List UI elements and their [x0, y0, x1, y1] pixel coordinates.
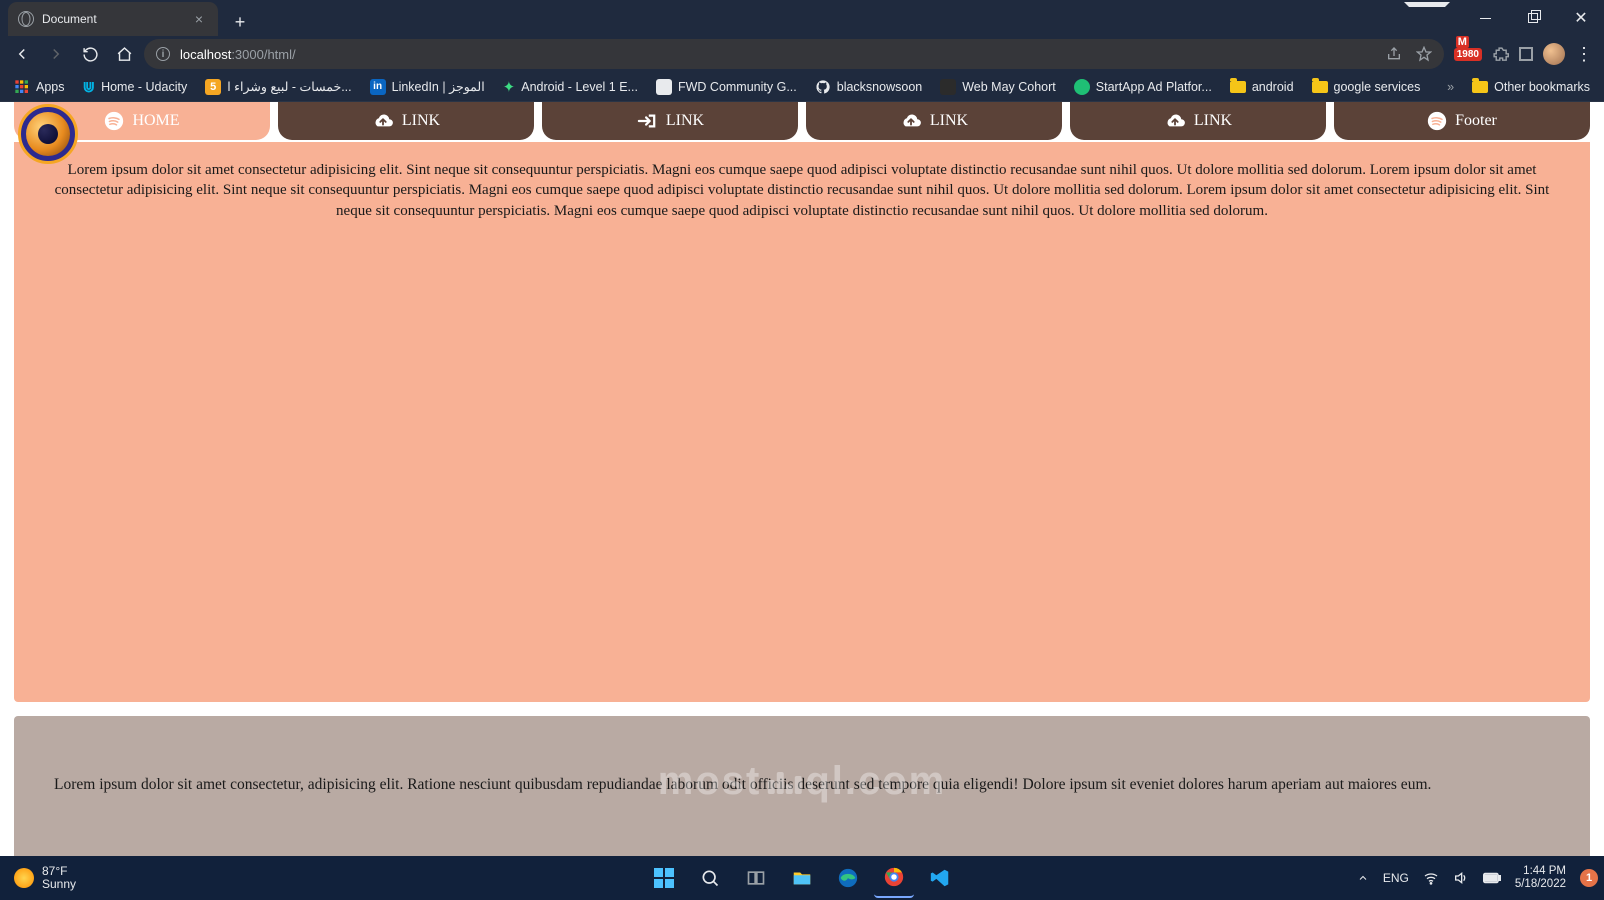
taskbar-app-edge[interactable]: [828, 858, 868, 898]
hero-text: Lorem ipsum dolor sit amet consectetur a…: [54, 160, 1550, 221]
extension-badge[interactable]: 1980: [1454, 48, 1482, 61]
cloud-up-icon: [900, 112, 922, 130]
tab-search-button[interactable]: [1404, 2, 1450, 34]
nav-label: LINK: [1194, 112, 1232, 130]
taskbar-weather[interactable]: 87°F Sunny: [0, 865, 90, 891]
panel-icon[interactable]: [1519, 47, 1533, 61]
taskbar-center: [644, 858, 960, 898]
taskbar-app-chrome[interactable]: [874, 858, 914, 898]
bookmark-item[interactable]: 5خمسات - لبيع وشراء ا...: [205, 79, 351, 95]
nav-label: Footer: [1455, 112, 1497, 130]
secondary-text: Lorem ipsum dolor sit amet consectetur, …: [54, 776, 1550, 794]
window-minimize-button[interactable]: [1462, 2, 1508, 34]
windows-icon: [654, 868, 674, 888]
tab-title: Document: [42, 12, 97, 26]
volume-icon[interactable]: [1453, 870, 1469, 886]
window-close-button[interactable]: ✕: [1558, 2, 1604, 34]
taskbar-app-explorer[interactable]: [782, 858, 822, 898]
bookmark-label: Home - Udacity: [101, 80, 187, 94]
nav-forward-button[interactable]: [42, 40, 70, 68]
bookmark-bar: Apps ⋓Home - Udacity 5خمسات - لبيع وشراء ا…: [0, 72, 1604, 102]
site-info-icon[interactable]: i: [156, 47, 170, 61]
spotify-icon: [104, 111, 124, 131]
tab-close-button[interactable]: ×: [190, 10, 208, 28]
secondary-section: Lorem ipsum dolor sit amet consectetur, …: [14, 716, 1590, 864]
nav-link[interactable]: LINK: [1070, 102, 1326, 140]
browser-tab[interactable]: Document ×: [8, 2, 218, 36]
nav-home-button[interactable]: [110, 40, 138, 68]
nav-link[interactable]: LINK: [278, 102, 534, 140]
bookmark-item[interactable]: android: [1230, 80, 1294, 94]
window-maximize-button[interactable]: [1510, 2, 1556, 34]
task-view-button[interactable]: [736, 858, 776, 898]
bookmark-item[interactable]: inLinkedIn | الموجز: [370, 79, 485, 95]
notification-badge[interactable]: 1: [1580, 869, 1598, 887]
bookmark-item[interactable]: FWD Community G...: [656, 79, 797, 95]
weather-cond: Sunny: [42, 878, 76, 891]
bookmark-label: blacksnowsoon: [837, 80, 922, 94]
bookmark-item[interactable]: Web May Cohort: [940, 79, 1056, 95]
share-icon[interactable]: [1386, 46, 1402, 62]
bookmark-item[interactable]: Apps: [14, 79, 65, 95]
search-button[interactable]: [690, 858, 730, 898]
nav-link[interactable]: LINK: [806, 102, 1062, 140]
toolbar-right: 1980 ⋮: [1450, 43, 1596, 65]
nav-reload-button[interactable]: [76, 40, 104, 68]
sun-icon: [14, 868, 34, 888]
bookmark-item[interactable]: blacksnowsoon: [815, 79, 922, 95]
browser-menu-button[interactable]: ⋮: [1575, 44, 1592, 65]
nav-label: LINK: [402, 112, 440, 130]
cloud-up-icon: [1164, 112, 1186, 130]
bookmark-label: خمسات - لبيع وشراء ا...: [227, 79, 351, 94]
browser-toolbar: i localhost:3000/html/ 1980 ⋮: [0, 36, 1604, 72]
nav-link[interactable]: LINK: [542, 102, 798, 140]
login-icon: [636, 112, 658, 130]
spotify-icon: [1427, 111, 1447, 131]
bookmark-label: Apps: [36, 80, 65, 94]
nav-label: HOME: [132, 112, 179, 130]
window-controls: ✕: [1404, 0, 1604, 36]
bookmark-item[interactable]: google services: [1312, 80, 1421, 94]
taskbar: 87°F Sunny ENG: [0, 856, 1604, 900]
browser-chrome: Document × + ✕ i localhost:3000/html/: [0, 0, 1604, 102]
nav-label: LINK: [930, 112, 968, 130]
bookmark-label: Web May Cohort: [962, 80, 1056, 94]
cloud-up-icon: [372, 112, 394, 130]
new-tab-button[interactable]: +: [226, 8, 254, 36]
bookmark-label: StartApp Ad Platfor...: [1096, 80, 1212, 94]
bookmark-item[interactable]: ✦Android - Level 1 E...: [503, 78, 638, 96]
taskbar-app-vscode[interactable]: [920, 858, 960, 898]
bookmark-item[interactable]: ⋓Home - Udacity: [83, 78, 188, 96]
page-body: HOME LINK LINK LINK LINK Footer Lorem ipsum d…: [0, 102, 1604, 864]
tray-chevron-icon[interactable]: [1357, 872, 1369, 884]
bookmark-label: LinkedIn | الموجز: [392, 79, 485, 94]
extensions-icon[interactable]: [1492, 46, 1509, 63]
bookmark-overflow[interactable]: »: [1447, 80, 1454, 94]
bookmark-star-icon[interactable]: [1416, 46, 1432, 62]
bookmark-item[interactable]: StartApp Ad Platfor...: [1074, 79, 1212, 95]
tab-strip: Document × + ✕: [0, 0, 1604, 36]
site-logo[interactable]: [18, 104, 78, 164]
profile-avatar[interactable]: [1543, 43, 1565, 65]
hero-section: Lorem ipsum dolor sit amet consectetur a…: [14, 142, 1590, 702]
globe-icon: [18, 11, 34, 27]
start-button[interactable]: [644, 858, 684, 898]
bookmark-label: android: [1252, 80, 1294, 94]
url-text: localhost:3000/html/: [180, 47, 296, 62]
language-indicator[interactable]: ENG: [1383, 871, 1409, 885]
bookmark-label: Android - Level 1 E...: [521, 80, 638, 94]
page-viewport[interactable]: HOME LINK LINK LINK LINK Footer Lorem ipsum d…: [0, 102, 1604, 864]
battery-icon[interactable]: [1483, 872, 1501, 884]
omnibox[interactable]: i localhost:3000/html/: [144, 39, 1444, 69]
bookmark-label: FWD Community G...: [678, 80, 797, 94]
taskbar-clock[interactable]: 1:44 PM 5/18/2022: [1515, 865, 1566, 891]
nav-footer[interactable]: Footer: [1334, 102, 1590, 140]
taskbar-right: ENG 1:44 PM 5/18/2022 1: [1351, 865, 1604, 891]
nav-back-button[interactable]: [8, 40, 36, 68]
nav-label: LINK: [666, 112, 704, 130]
site-nav: HOME LINK LINK LINK LINK Footer: [14, 102, 1590, 140]
wifi-icon[interactable]: [1423, 870, 1439, 886]
bookmark-label: google services: [1334, 80, 1421, 94]
other-bookmarks[interactable]: Other bookmarks: [1472, 80, 1590, 94]
